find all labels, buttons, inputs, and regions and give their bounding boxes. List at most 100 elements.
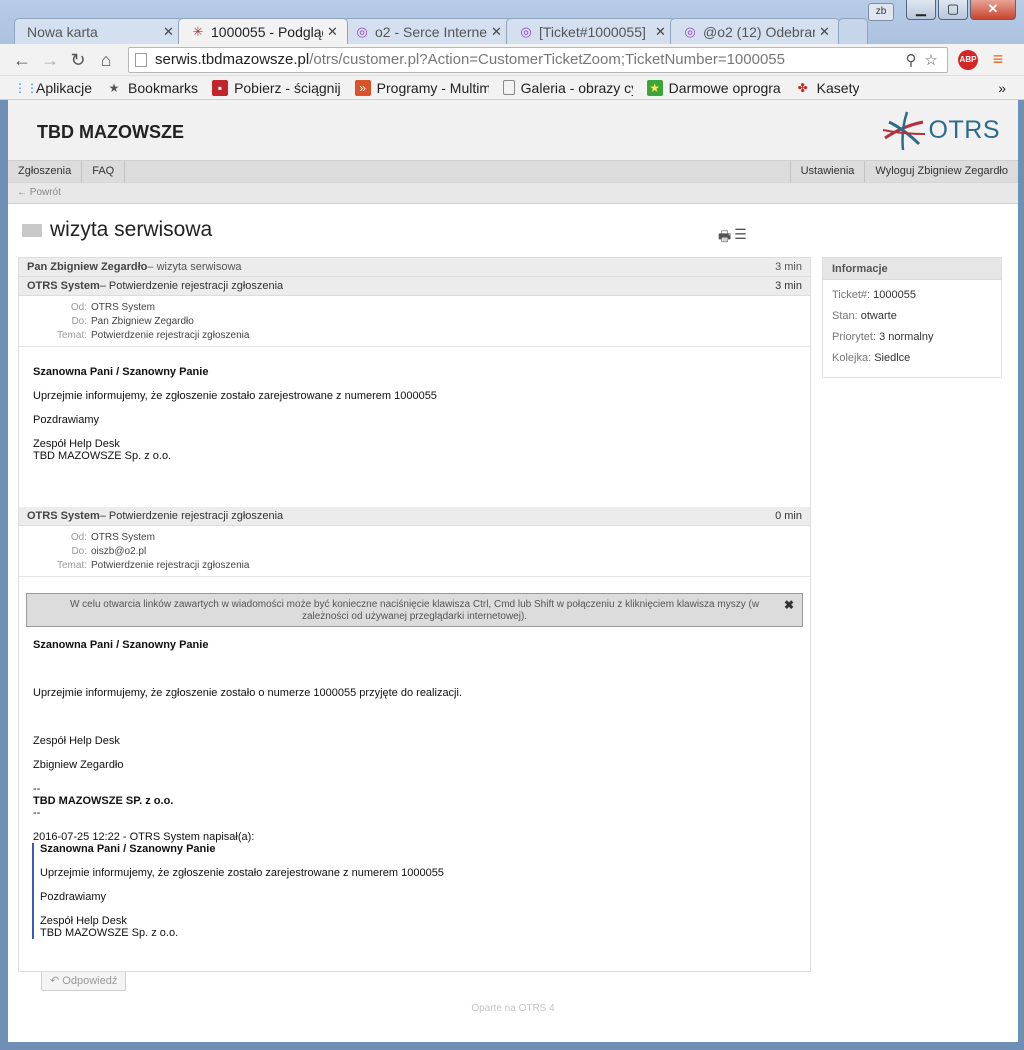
quote-greeting: Szanowna Pani / Szanowny Panie — [40, 843, 216, 855]
url-path: /otrs/customer.pl?Action=CustomerTicketZ… — [309, 51, 785, 68]
tab-title: [Ticket#1000055] — [539, 23, 646, 40]
quote-text: TBD MAZOWSZE Sp. z o.o. — [40, 927, 179, 939]
address-bar[interactable]: serwis.tbdmazowsze.pl /otrs/customer.pl?… — [128, 46, 948, 73]
tab-title: 1000055 - Podgląd — [211, 23, 323, 40]
bookmark-label: Kasety — [816, 79, 860, 96]
article-time: 0 min — [775, 510, 802, 522]
info-label: Priorytet: — [832, 331, 877, 343]
bookmarks-bar: ⋮⋮ Aplikacje ★ Bookmarks ▪ Pobierz - ści… — [0, 76, 1024, 100]
otrs-icon: ✳ — [192, 23, 204, 39]
window-controls: zb ▁ ▢ ✕ — [868, 0, 1016, 21]
site-header: TBD MAZOWSZE OTRS — [8, 100, 1018, 160]
article-sender: OTRS System — [27, 510, 100, 522]
home-icon[interactable]: ⌂ — [92, 47, 120, 73]
back-arrow-icon[interactable]: ← — [8, 47, 36, 73]
bookmark-label: Programy - Multimedia — [376, 79, 489, 96]
article-2-header[interactable]: OTRS System – Potwierdzenie rejestracji … — [19, 507, 810, 526]
quoted-message: Szanowna Pani / Szanowny Panie Uprzejmie… — [32, 843, 796, 939]
page-icon — [502, 80, 515, 95]
close-icon[interactable]: ✖ — [784, 599, 794, 611]
bookmark-star-icon[interactable]: ☆ — [921, 51, 941, 69]
bookmark-kasety[interactable]: ✤ Kasety — [795, 80, 860, 96]
article-1-meta: Od: OTRS System Do: Pan Zbigniew Zegardło … — [19, 296, 810, 347]
bookmark-label: Darmowe oprogramowanie — [668, 79, 781, 96]
tab-close-icon[interactable]: ✕ — [655, 24, 667, 40]
meta-subject: Potwierdzenie rejestracji zgłoszenia — [91, 559, 250, 571]
apps-grid-icon: ⋮⋮ — [14, 80, 38, 95]
article-1-body: Szanowna Pani / Szanowny Panie Uprzejmie… — [19, 347, 810, 507]
profile-badge[interactable]: zb — [868, 3, 894, 21]
article-greeting: Szanowna Pani / Szanowny Panie — [33, 639, 209, 651]
tab-close-icon[interactable]: ✕ — [819, 24, 831, 40]
print-icon[interactable]: 🖶 — [718, 226, 731, 250]
o2-icon: ◎ — [520, 23, 532, 39]
meta-label: Temat: — [56, 329, 87, 341]
article-panel: Pan Zbigniew Zegardło – wizyta serwisowa… — [18, 257, 811, 972]
otrs-logo[interactable]: OTRS — [879, 108, 1000, 152]
article-text: Pozdrawiamy — [33, 414, 100, 426]
reload-icon[interactable]: ↻ — [64, 47, 92, 73]
bookmark-bookmarks[interactable]: ★ Bookmarks — [106, 80, 198, 96]
info-value: Siedlce — [874, 352, 911, 364]
signature-company: TBD MAZOWSZE SP. z o.o. — [33, 795, 174, 807]
forward-arrow-icon[interactable]: → — [36, 47, 64, 73]
tab-o2-odebrane[interactable]: ◎ @o2 (12) Odebrane ✕ — [670, 18, 840, 44]
tab-nowa-karta[interactable]: Nowa karta ✕ — [14, 18, 184, 44]
article-time: 3 min — [775, 280, 802, 292]
nav-ustawienia[interactable]: Ustawienia — [789, 160, 865, 183]
tab-close-icon[interactable]: ✕ — [491, 24, 503, 40]
brand-title: TBD MAZOWSZE — [37, 122, 184, 142]
info-heading: Informacje — [823, 258, 1001, 280]
maximize-icon[interactable]: ▢ — [938, 0, 968, 20]
o2-icon: ◎ — [684, 23, 696, 39]
star-icon: ★ — [108, 80, 120, 95]
info-queue: Kolejka: Siedlce — [823, 348, 1001, 369]
article-text: Zespół Help Desk — [33, 438, 120, 450]
tab-o2-serce[interactable]: ◎ o2 - Serce Internetu ✕ — [342, 18, 512, 44]
ticket-summary-bar[interactable]: Pan Zbigniew Zegardło – wizyta serwisowa… — [19, 258, 810, 277]
summary-subject: – wizyta serwisowa — [147, 261, 242, 273]
quote-text: Uprzejmie informujemy, że zgłoszenie zos… — [40, 867, 444, 879]
bookmark-pobierz[interactable]: ▪ Pobierz - ściągnij — [212, 79, 341, 96]
tab-title: @o2 (12) Odebrane — [703, 23, 815, 40]
bookmark-aplikacje[interactable]: ⋮⋮ Aplikacje — [14, 80, 92, 96]
meta-subject: Potwierdzenie rejestracji zgłoszenia — [91, 329, 250, 341]
browser-toolbar: ← → ↻ ⌂ serwis.tbdmazowsze.pl /otrs/cust… — [0, 44, 1024, 76]
bookmark-programy[interactable]: » Programy - Multimedia — [354, 79, 489, 96]
tab-close-icon[interactable]: ✕ — [163, 24, 175, 40]
article-text: Zespół Help Desk — [33, 735, 120, 747]
browser-menu-icon[interactable]: ≡ — [988, 49, 1008, 70]
info-value: 3 normalny — [879, 331, 934, 343]
list-menu-icon[interactable]: ☰ — [734, 226, 747, 250]
adblock-icon[interactable]: ABP — [958, 49, 978, 70]
tab-ticket-1000055[interactable]: ✳ 1000055 - Podgląd ✕ — [178, 18, 348, 44]
nav-logout[interactable]: Wyloguj Zbigniew Zegardło — [864, 160, 1018, 183]
back-link[interactable]: ← Powrót — [17, 187, 61, 198]
tab-close-icon[interactable]: ✕ — [327, 24, 339, 40]
reply-button[interactable]: ↶ Odpowiedź — [41, 972, 127, 991]
quote-intro: 2016-07-25 12:22 - OTRS System napisał(a… — [33, 831, 255, 843]
ticket-title: wizyta serwisowa — [50, 218, 213, 241]
tab-ticket-mail[interactable]: ◎ [Ticket#1000055] ✕ — [506, 18, 676, 44]
tab-title: Nowa karta — [27, 23, 98, 40]
bookmarks-overflow-icon[interactable]: » — [998, 80, 1006, 96]
main-nav: Zgłoszenia FAQ Ustawienia Wyloguj Zbigni… — [8, 160, 1018, 183]
nav-faq[interactable]: FAQ — [82, 160, 126, 183]
nav-zgloszenia[interactable]: Zgłoszenia — [8, 160, 83, 183]
article-1-header[interactable]: OTRS System – Potwierdzenie rejestracji … — [19, 277, 810, 296]
info-label: Ticket#: — [832, 289, 871, 301]
zoom-icon[interactable]: ⚲ — [901, 51, 921, 69]
meta-label: Temat: — [56, 559, 87, 571]
close-window-icon[interactable]: ✕ — [970, 0, 1016, 20]
meta-from: OTRS System — [91, 531, 155, 543]
info-label: Kolejka: — [832, 352, 872, 364]
ticket-title-row: wizyta serwisowa — [22, 218, 212, 242]
new-tab-button[interactable] — [838, 18, 868, 44]
bookmark-galeria[interactable]: Galeria - obrazy cyfrowe — [502, 80, 633, 96]
subnav: ← Powrót — [8, 182, 1018, 204]
article-subject: – Potwierdzenie rejestracji zgłoszenia — [99, 510, 284, 522]
bookmark-darmowe[interactable]: ★ Darmowe oprogramowanie — [646, 79, 781, 96]
o2-icon: ◎ — [356, 23, 368, 39]
info-panel: Informacje Ticket#: 1000055 Stan: otwart… — [822, 257, 1002, 378]
minimize-icon[interactable]: ▁ — [906, 0, 936, 20]
